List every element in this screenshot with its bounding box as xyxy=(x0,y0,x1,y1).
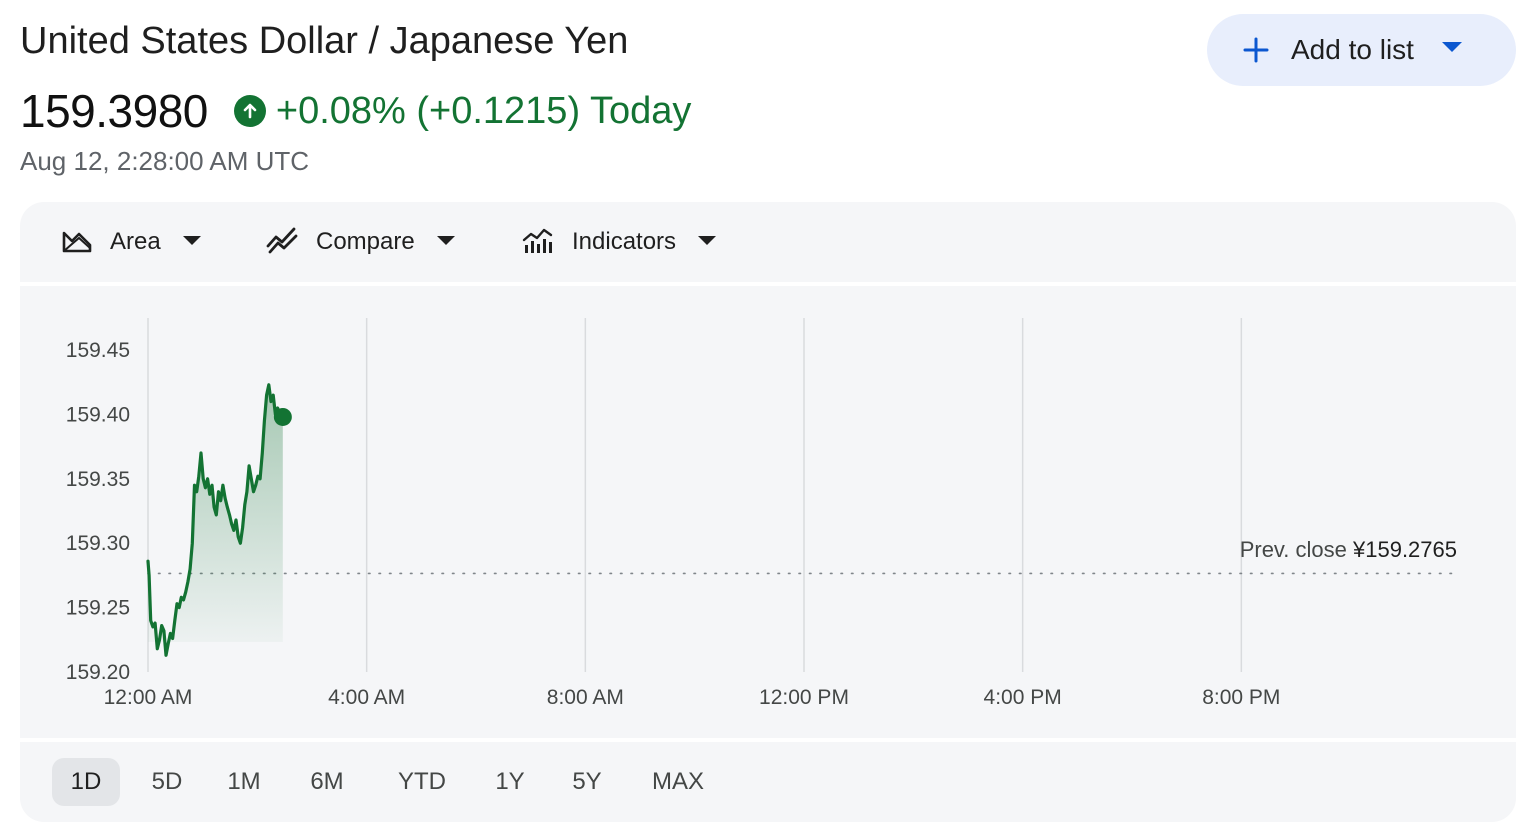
y-tick-label: 159.20 xyxy=(66,661,130,684)
indicators-icon xyxy=(522,226,554,259)
chevron-down-icon xyxy=(698,233,717,251)
range-1m[interactable]: 1M xyxy=(210,758,278,806)
range-5y[interactable]: 5Y xyxy=(552,758,622,806)
chart-panel: 159.45 159.40 159.35 159.30 159.25 159.20 12:… xyxy=(20,286,1516,738)
area-label: Area xyxy=(110,228,161,255)
price-row: 159.3980 +0.08% (+0.1215) Today xyxy=(20,84,691,138)
range-1y[interactable]: 1Y xyxy=(478,758,542,806)
range-1d[interactable]: 1D xyxy=(52,758,120,806)
chart-toolbar: Area Compare Indicators xyxy=(20,202,1516,282)
timestamp: Aug 12, 2:28:00 AM UTC xyxy=(20,146,310,176)
compare-label: Compare xyxy=(316,228,415,255)
range-max[interactable]: MAX xyxy=(630,758,726,806)
plus-icon xyxy=(1243,37,1269,63)
range-6m[interactable]: 6M xyxy=(292,758,362,806)
current-price: 159.3980 xyxy=(20,85,208,137)
x-tick-label: 12:00 PM xyxy=(759,686,849,709)
x-tick-label: 4:00 AM xyxy=(328,686,405,709)
range-selector: 1D 5D 1M 6M YTD 1Y 5Y MAX xyxy=(20,742,1516,822)
range-5d[interactable]: 5D xyxy=(132,758,202,806)
last-price-point xyxy=(273,407,292,426)
compare-button[interactable]: Compare xyxy=(266,202,455,282)
add-to-list-label: Add to list xyxy=(1291,34,1414,65)
x-tick-label: 8:00 PM xyxy=(1202,686,1280,709)
y-tick-label: 159.25 xyxy=(66,597,130,620)
chevron-down-icon xyxy=(1441,41,1462,59)
x-tick-label: 4:00 PM xyxy=(984,686,1062,709)
page-title: United States Dollar / Japanese Yen xyxy=(20,20,629,62)
y-tick-label: 159.40 xyxy=(66,403,130,426)
y-tick-label: 159.35 xyxy=(66,468,130,491)
chart-type-area-button[interactable]: Area xyxy=(62,202,201,282)
add-to-list-button[interactable]: Add to list xyxy=(1207,14,1516,86)
x-tick-label: 8:00 AM xyxy=(547,686,624,709)
range-ytd[interactable]: YTD xyxy=(376,758,468,806)
y-tick-label: 159.45 xyxy=(66,339,130,362)
price-change: +0.08% (+0.1215) Today xyxy=(275,89,692,132)
indicators-label: Indicators xyxy=(572,228,677,255)
y-tick-label: 159.30 xyxy=(66,532,130,555)
chevron-down-icon xyxy=(182,233,201,251)
price-chart[interactable]: 159.45 159.40 159.35 159.30 159.25 159.20 12:… xyxy=(20,286,1516,738)
prev-close-label: Prev. close ¥159.2765 xyxy=(1240,537,1457,562)
x-tick-label: 12:00 AM xyxy=(104,686,193,709)
compare-icon xyxy=(266,226,298,259)
area-chart-icon xyxy=(62,227,92,258)
arrow-up-icon xyxy=(233,95,266,127)
indicators-button[interactable]: Indicators xyxy=(522,202,717,282)
chevron-down-icon xyxy=(436,233,455,251)
